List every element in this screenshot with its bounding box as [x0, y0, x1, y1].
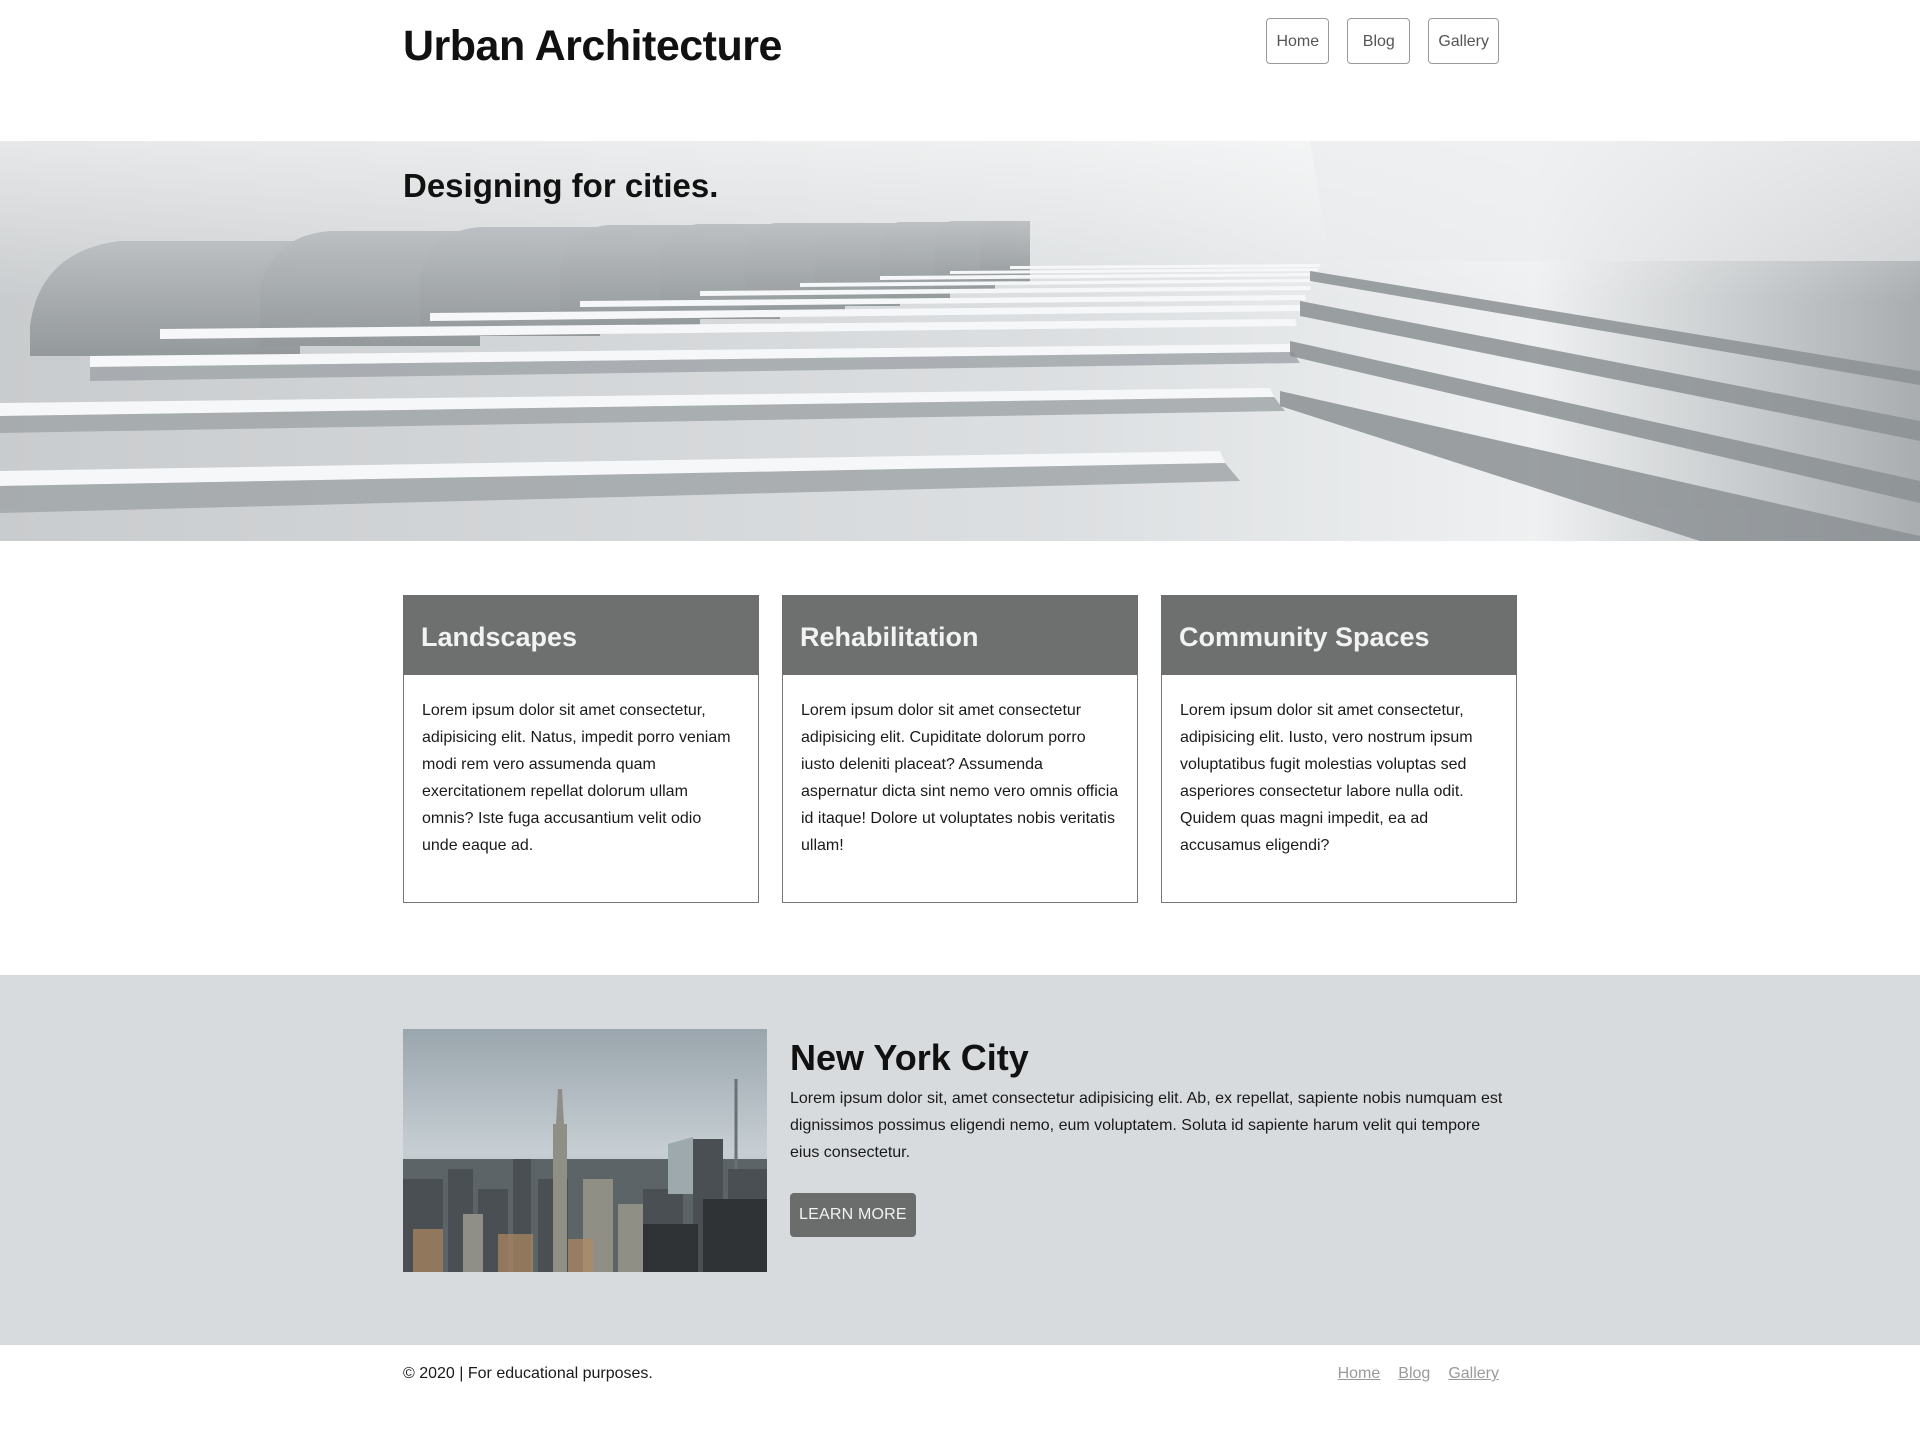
footer-link-home[interactable]: Home [1338, 1365, 1381, 1383]
footer-link-blog[interactable]: Blog [1398, 1365, 1430, 1383]
card-text: Lorem ipsum dolor sit amet consectetur, … [422, 702, 731, 854]
card-title: Community Spaces [1161, 595, 1517, 675]
feature-title: New York City [790, 1037, 1029, 1078]
learn-more-button[interactable]: LEARN MORE [790, 1193, 916, 1237]
nav-home-button[interactable]: Home [1266, 18, 1330, 64]
card-text: Lorem ipsum dolor sit amet consectetur, … [1180, 702, 1473, 854]
card-title: Landscapes [403, 595, 759, 675]
site-footer: © 2020 | For educational purposes. Home … [0, 1345, 1920, 1435]
site-header: Urban Architecture Home Blog Gallery [0, 0, 1920, 141]
card-title: Rehabilitation [782, 595, 1138, 675]
feature-text: Lorem ipsum dolor sit, amet consectetur … [790, 1090, 1503, 1161]
hero-architecture-image [0, 141, 1920, 541]
footer-link-gallery[interactable]: Gallery [1448, 1365, 1499, 1383]
feature-section: New York City Lorem ipsum dolor sit, ame… [0, 975, 1920, 1345]
nav-blog-button[interactable]: Blog [1347, 18, 1411, 64]
hero-heading: Designing for cities. [403, 167, 719, 204]
card-landscapes: Landscapes Lorem ipsum dolor sit amet co… [403, 595, 759, 903]
nav-gallery-button[interactable]: Gallery [1428, 18, 1499, 64]
service-cards: Landscapes Lorem ipsum dolor sit amet co… [403, 595, 1517, 903]
footer-nav: Home Blog Gallery [1338, 1365, 1499, 1383]
site-title: Urban Architecture [403, 22, 782, 70]
main-nav: Home Blog Gallery [1266, 18, 1499, 64]
hero-banner: Designing for cities. [0, 141, 1920, 541]
card-community-spaces: Community Spaces Lorem ipsum dolor sit a… [1161, 595, 1517, 903]
card-text: Lorem ipsum dolor sit amet consectetur a… [801, 702, 1119, 854]
copyright-text: © 2020 | For educational purposes. [403, 1365, 653, 1382]
card-rehabilitation: Rehabilitation Lorem ipsum dolor sit ame… [782, 595, 1138, 903]
city-skyline-image [403, 1029, 767, 1272]
